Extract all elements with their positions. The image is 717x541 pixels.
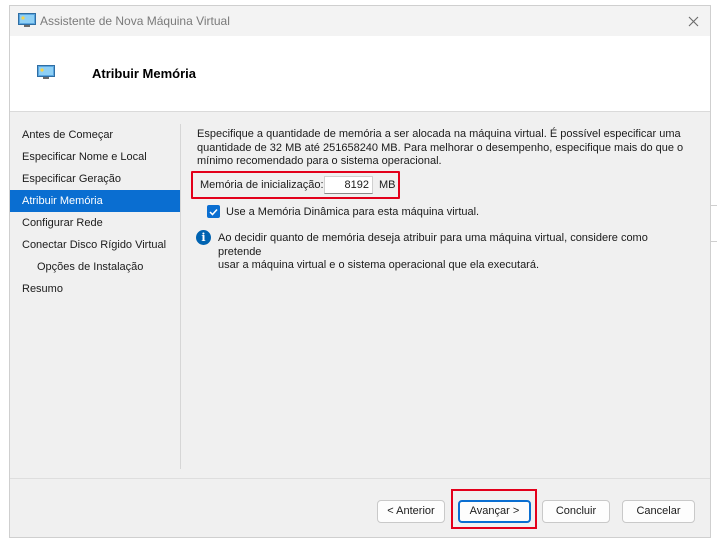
- checkmark-icon: [209, 208, 218, 216]
- info-text: Ao decidir quanto de memória deseja atri…: [218, 232, 688, 273]
- close-icon: [688, 16, 698, 26]
- info-line: usar a máquina virtual e o sistema opera…: [218, 259, 540, 271]
- vm-monitor-icon: [18, 13, 36, 27]
- finish-button[interactable]: Concluir: [542, 500, 610, 523]
- wizard-steps-sidebar: Antes de Começar Especificar Nome e Loca…: [10, 124, 180, 300]
- sidebar-item-opcoes-instalacao[interactable]: Opções de Instalação: [10, 256, 180, 278]
- description-line: mínimo recomendado para o sistema operac…: [197, 155, 442, 167]
- sidebar-divider: [180, 124, 181, 469]
- background-window-edge: [711, 205, 717, 242]
- info-line: Ao decidir quanto de memória deseja atri…: [218, 232, 648, 258]
- sidebar-item-configurar-rede[interactable]: Configurar Rede: [10, 212, 180, 234]
- next-button[interactable]: Avançar >: [458, 500, 531, 523]
- wizard-window: Assistente de Nova Máquina Virtual Atrib…: [9, 5, 711, 538]
- info-icon: i: [196, 230, 211, 245]
- dynamic-memory-label[interactable]: Use a Memória Dinâmica para esta máquina…: [226, 206, 479, 218]
- sidebar-item-resumo[interactable]: Resumo: [10, 278, 180, 300]
- startup-memory-group: Memória de inicialização: 8192 MB: [191, 171, 400, 199]
- sidebar-item-antes-de-comecar[interactable]: Antes de Começar: [10, 124, 180, 146]
- memory-unit: MB: [379, 179, 396, 191]
- wizard-header: Atribuir Memória: [10, 36, 710, 112]
- close-button[interactable]: [676, 6, 710, 36]
- startup-memory-label: Memória de inicialização:: [200, 179, 324, 191]
- cancel-button[interactable]: Cancelar: [622, 500, 695, 523]
- vm-monitor-icon: [37, 65, 55, 79]
- sidebar-item-especificar-geracao[interactable]: Especificar Geração: [10, 168, 180, 190]
- description-line: quantidade de 32 MB até 251658240 MB. Pa…: [197, 141, 684, 154]
- window-title: Assistente de Nova Máquina Virtual: [40, 14, 230, 28]
- startup-memory-input[interactable]: 8192: [324, 176, 373, 194]
- previous-button[interactable]: < Anterior: [377, 500, 445, 523]
- title-bar: Assistente de Nova Máquina Virtual: [10, 6, 710, 36]
- page-title: Atribuir Memória: [92, 66, 197, 81]
- memory-description: Especifique a quantidade de memória a se…: [197, 128, 687, 169]
- sidebar-item-conectar-disco[interactable]: Conectar Disco Rígido Virtual: [10, 234, 180, 256]
- dynamic-memory-checkbox[interactable]: [207, 205, 220, 218]
- footer-divider: [10, 478, 710, 479]
- sidebar-item-atribuir-memoria[interactable]: Atribuir Memória: [10, 190, 180, 212]
- sidebar-item-especificar-nome[interactable]: Especificar Nome e Local: [10, 146, 180, 168]
- description-line: Especifique a quantidade de memória a se…: [197, 128, 681, 140]
